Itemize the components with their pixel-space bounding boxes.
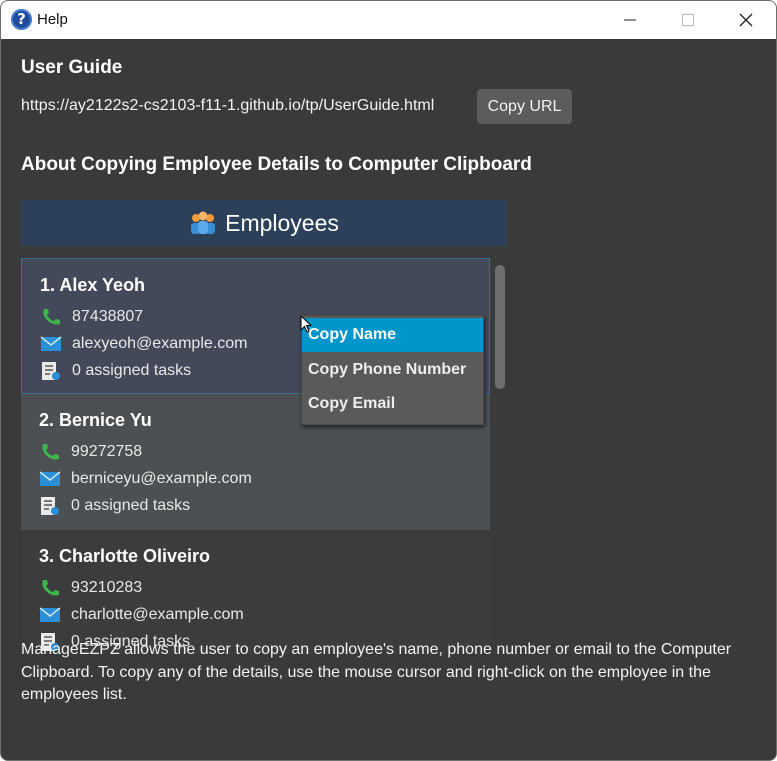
- user-guide-heading: User Guide: [21, 57, 123, 78]
- employee-name: 2. Bernice Yu: [39, 410, 152, 430]
- maximize-icon: [682, 14, 694, 26]
- context-menu: Copy Name Copy Phone Number Copy Email: [301, 315, 484, 425]
- employees-panel-image: Employees 1. Alex Yeoh 87438807 alexyeoh…: [21, 200, 507, 654]
- help-content: User Guide https://ay2122s2-cs2103-f11-1…: [1, 39, 776, 760]
- scrollbar-thumb[interactable]: [495, 265, 505, 389]
- phone-icon: [42, 580, 59, 596]
- employee-name: 1. Alex Yeoh: [40, 275, 146, 295]
- employee-tasks: 0 assigned tasks: [72, 362, 192, 379]
- employee-name: 3. Charlotte Oliveiro: [39, 546, 211, 566]
- employees-title: Employees: [225, 209, 339, 236]
- user-guide-url: https://ay2122s2-cs2103-f11-1.github.io/…: [21, 97, 435, 114]
- email-icon: [39, 607, 61, 622]
- copy-email-menu-item[interactable]: Copy Email: [302, 387, 483, 421]
- minimize-button[interactable]: [601, 1, 659, 39]
- mouse-cursor-icon: [300, 315, 313, 333]
- employee-phone: 93210283: [71, 579, 143, 596]
- employees-header: Employees: [21, 200, 507, 246]
- employee-card[interactable]: 3. Charlotte Oliveiro 93210283 charlotte…: [21, 530, 490, 654]
- copying-description: ManageEZPZ allows the user to copy an em…: [21, 641, 732, 703]
- copy-url-button[interactable]: Copy URL: [477, 89, 572, 124]
- help-question-icon: ?: [11, 9, 32, 30]
- employee-email: alexyeoh@example.com: [72, 335, 248, 352]
- employee-email: charlotte@example.com: [71, 606, 244, 623]
- employees-group-icon: [191, 211, 216, 234]
- email-icon: [39, 471, 61, 486]
- employee-email: berniceyu@example.com: [71, 470, 252, 487]
- copy-name-menu-item[interactable]: Copy Name: [302, 318, 483, 352]
- minimize-icon: [624, 19, 636, 21]
- copying-section-heading: About Copying Employee Details to Comput…: [21, 154, 532, 175]
- email-icon: [40, 336, 62, 351]
- maximize-button[interactable]: [659, 1, 717, 39]
- phone-icon: [43, 309, 60, 325]
- phone-icon: [42, 444, 59, 460]
- employee-phone: 99272758: [71, 443, 143, 460]
- tasks-icon: [41, 497, 59, 515]
- copy-phone-menu-item[interactable]: Copy Phone Number: [302, 353, 483, 387]
- help-window: ? Help User Guide https://ay2122s2-cs210…: [0, 0, 777, 761]
- close-icon: [739, 13, 753, 27]
- close-button[interactable]: [717, 1, 775, 39]
- title-bar[interactable]: ? Help: [1, 1, 776, 39]
- employee-phone: 87438807: [72, 308, 144, 325]
- window-title: Help: [37, 11, 68, 28]
- tasks-icon: [42, 362, 60, 380]
- employee-tasks: 0 assigned tasks: [71, 497, 191, 514]
